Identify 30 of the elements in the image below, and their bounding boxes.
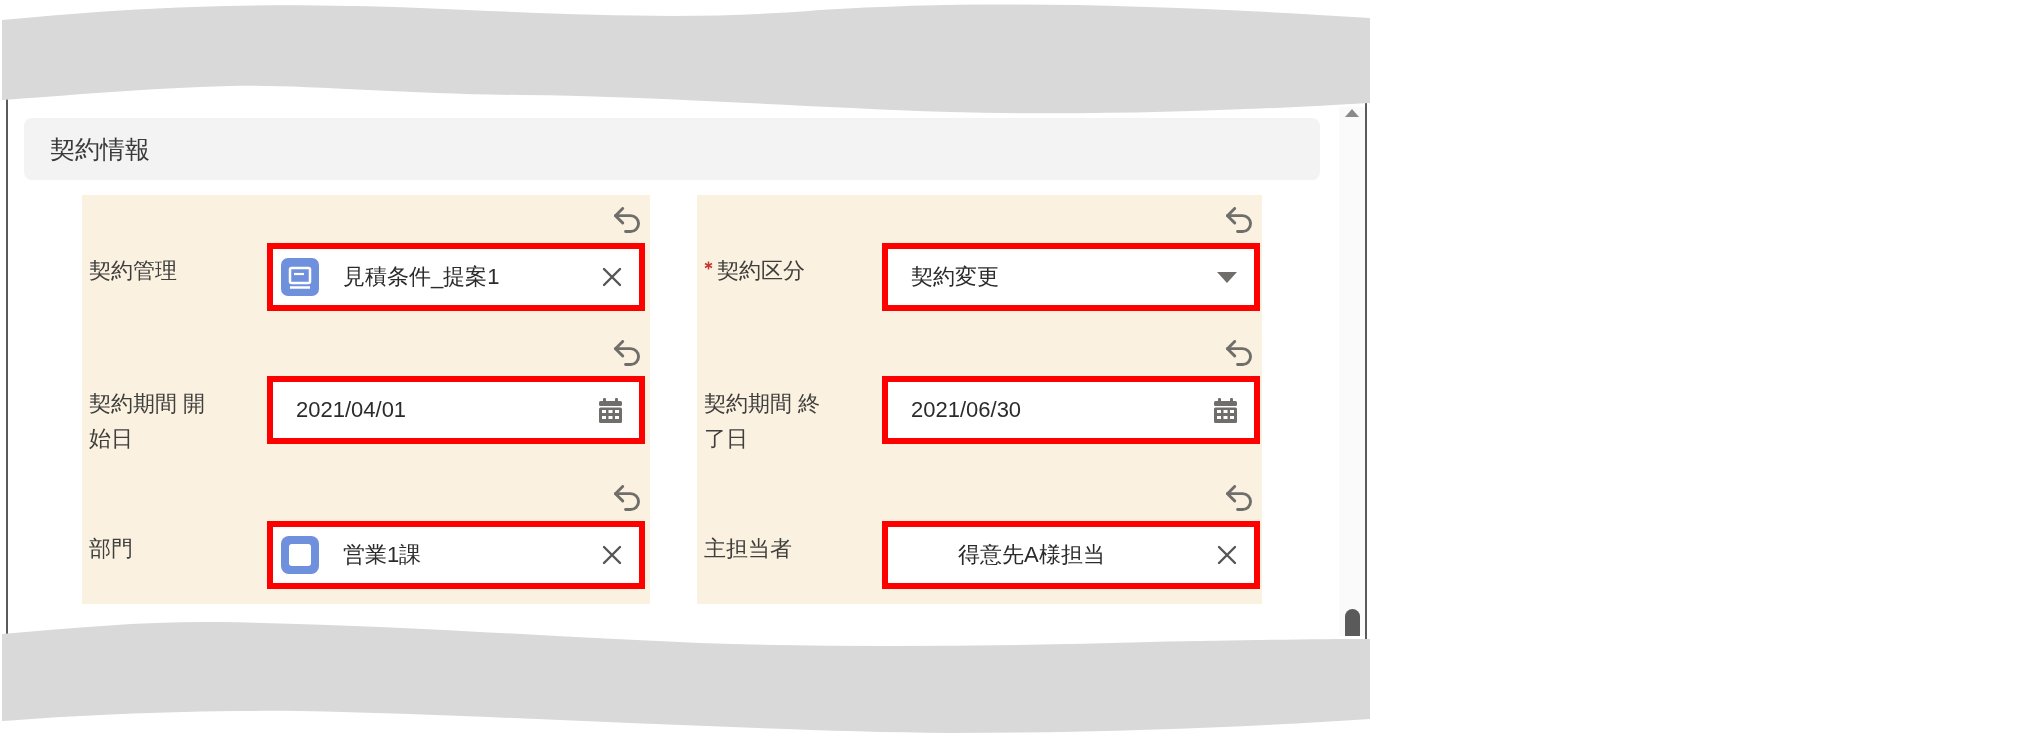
scrollbar-track[interactable] xyxy=(1339,107,1365,636)
undo-icon[interactable] xyxy=(614,340,640,366)
date-field[interactable]: 2021/06/30 xyxy=(882,376,1260,444)
clear-icon[interactable] xyxy=(602,545,622,565)
field-label: 契約期間 開始日 xyxy=(89,390,207,453)
field-label: 契約期間 終了日 xyxy=(704,390,822,453)
undo-icon[interactable] xyxy=(1226,207,1252,233)
lookup-field[interactable]: 営業1課 xyxy=(267,521,645,589)
field-label: 契約管理 xyxy=(89,257,177,285)
clear-icon[interactable] xyxy=(1217,545,1237,565)
calendar-icon[interactable] xyxy=(1214,397,1237,423)
scroll-up-arrow-icon[interactable] xyxy=(1345,109,1359,117)
record-icon xyxy=(281,258,319,296)
date-field[interactable]: 2021/04/01 xyxy=(267,376,645,444)
undo-icon[interactable] xyxy=(1226,485,1252,511)
lookup-field[interactable]: 見積条件_提案1 xyxy=(267,243,645,311)
section-title: 契約情報 xyxy=(50,134,150,165)
square-icon xyxy=(281,536,319,574)
lookup-field[interactable]: 得意先A様担当 xyxy=(882,521,1260,589)
field-label: 部門 xyxy=(89,535,133,563)
clear-icon[interactable] xyxy=(602,267,622,287)
scrollbar-thumb[interactable] xyxy=(1344,609,1360,636)
undo-icon[interactable] xyxy=(614,207,640,233)
calendar-icon[interactable] xyxy=(599,397,622,423)
picklist-field[interactable]: 契約変更 xyxy=(882,243,1260,311)
field-label: 契約区分 xyxy=(717,257,805,285)
undo-icon[interactable] xyxy=(614,485,640,511)
field-label: 主担当者 xyxy=(704,535,792,563)
caret-down-icon xyxy=(1217,271,1237,283)
undo-icon[interactable] xyxy=(1226,340,1252,366)
